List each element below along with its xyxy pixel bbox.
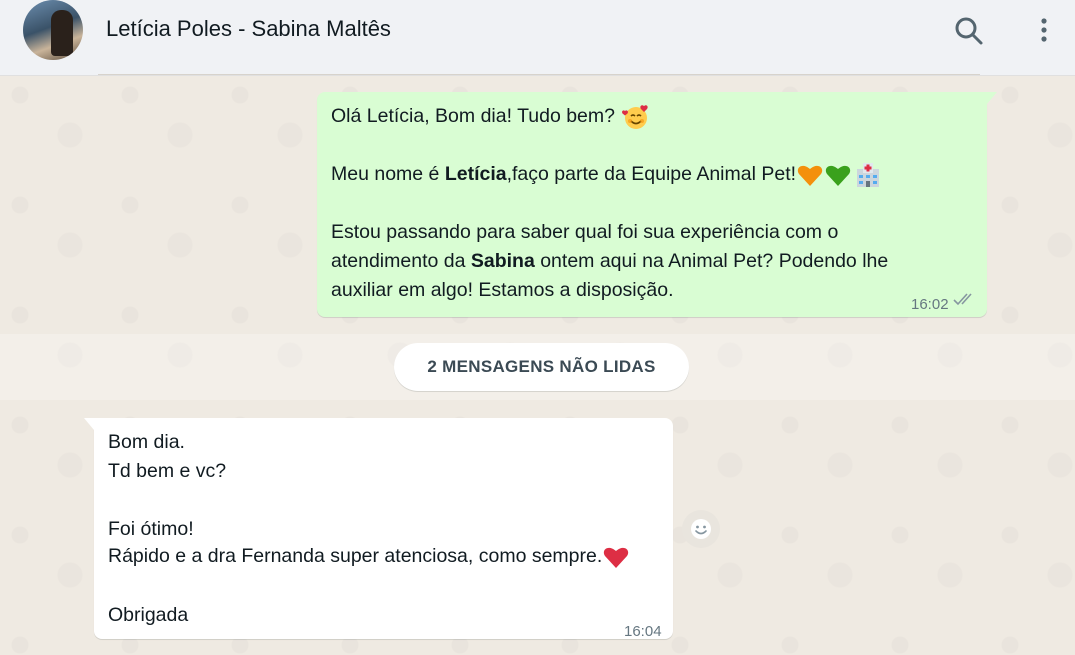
message-line: Rápido e a dra Fernanda super atenciosa,… [108, 542, 630, 571]
smiling-face-with-hearts-emoji-icon [622, 105, 649, 129]
bubble-tail [84, 418, 94, 430]
emoji-smiley-icon [691, 519, 711, 539]
bold-text: Letícia [444, 163, 507, 185]
menu-button[interactable] [1027, 14, 1061, 48]
message-line: Obrigada [108, 604, 189, 626]
green-heart-emoji-icon [825, 165, 851, 186]
message-line: Foi ótimo! [108, 518, 194, 540]
contact-avatar[interactable] [23, 0, 83, 60]
header-divider [98, 74, 980, 75]
outgoing-message[interactable]: Olá Letícia, Bom dia! Tudo bem? Meu nome… [317, 92, 997, 317]
message-line: atendimento da Sabina ontem aqui na Anim… [331, 250, 889, 272]
message-time: 16:02 [911, 296, 949, 313]
kebab-menu-icon [1041, 18, 1047, 42]
message-line: auxiliar em algo! Estamos a disposição. [331, 279, 674, 301]
contact-name[interactable]: Letícia Poles - Sabina Maltês [106, 16, 391, 42]
bubble-tail [987, 92, 997, 104]
incoming-message[interactable]: Bom dia. Td bem e vc? Foi ótimo! Rápido … [84, 418, 673, 640]
message-line: Td bem e vc? [108, 460, 227, 482]
bold-text: Sabina [470, 250, 535, 272]
message-line: Bom dia. [108, 431, 185, 453]
message-line: Meu nome é Letícia,faço parte da Equipe … [331, 160, 882, 189]
double-check-icon [953, 293, 972, 306]
message-line: Olá Letícia, Bom dia! Tudo bem? [331, 102, 650, 131]
search-icon [955, 17, 983, 45]
hospital-emoji-icon [857, 162, 880, 187]
react-button[interactable] [682, 510, 720, 548]
message-text: Olá Letícia, Bom dia! Tudo bem? [331, 105, 615, 127]
search-button[interactable] [952, 14, 986, 48]
unread-messages-badge: 2 MENSAGENS NÃO LIDAS [394, 343, 689, 391]
orange-heart-emoji-icon [797, 165, 823, 186]
message-time: 16:04 [624, 623, 662, 640]
message-line: Estou passando para saber qual foi sua e… [331, 221, 839, 243]
red-heart-emoji-icon [604, 547, 629, 568]
chat-header: Letícia Poles - Sabina Maltês [0, 0, 1075, 76]
